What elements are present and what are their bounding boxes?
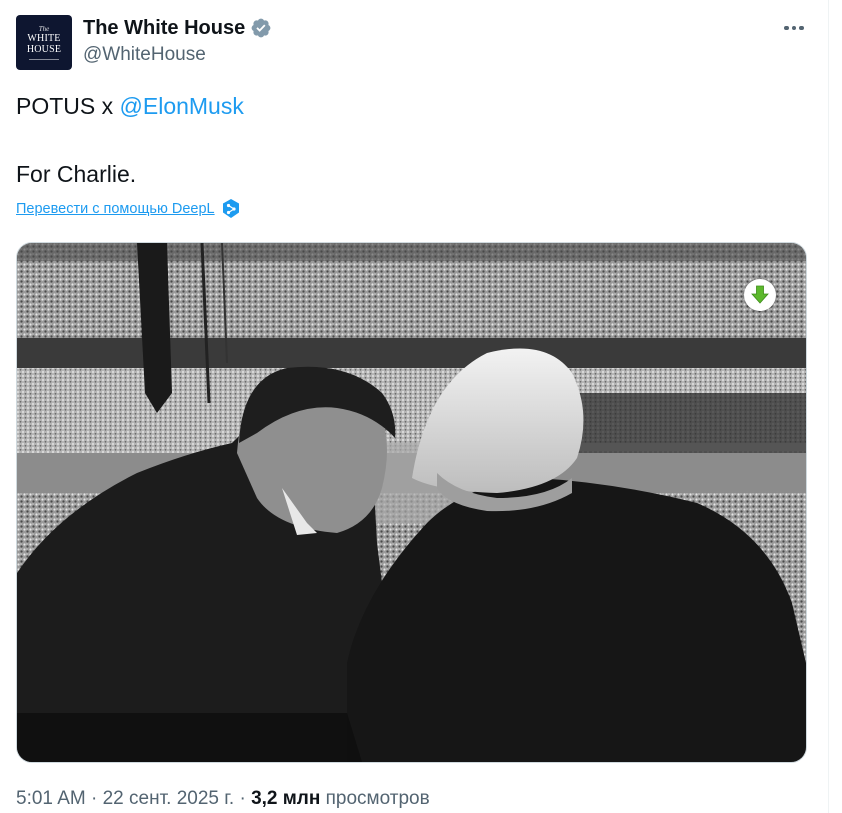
meta-separator: · (234, 788, 252, 809)
mention-link[interactable]: @ElonMusk (120, 93, 244, 119)
views-count: 3,2 млн (251, 788, 321, 809)
more-options-button[interactable] (776, 16, 812, 40)
meta-separator: · (85, 788, 103, 809)
avatar[interactable]: The WHITE HOUSE (16, 15, 72, 70)
avatar-text-line1: WHITE (27, 32, 61, 44)
avatar-rule (29, 58, 59, 60)
author-name-row: The White House (83, 16, 272, 40)
avatar-text-line2: HOUSE (26, 43, 62, 55)
author-display-name[interactable]: The White House (83, 17, 245, 40)
verified-badge-icon (250, 17, 272, 39)
photo-image (17, 243, 806, 762)
translate-row: Перевести с помощью DeepL (16, 198, 241, 220)
tweet-meta: 5:01 AM · 22 сент. 2025 г. · 3,2 млн про… (16, 788, 430, 810)
tweet-date[interactable]: 22 сент. 2025 г. (103, 788, 235, 809)
more-options-icon (784, 25, 789, 31)
author-handle[interactable]: @WhiteHouse (83, 44, 206, 66)
column-border (828, 0, 829, 813)
translate-link[interactable]: Перевести с помощью DeepL (16, 201, 215, 217)
tweet-time[interactable]: 5:01 AM (16, 788, 86, 809)
tweet-text-prefix: POTUS x (16, 93, 120, 119)
views-label: просмотров (320, 788, 430, 809)
download-arrow-icon (748, 283, 772, 307)
more-options-dot (791, 25, 797, 31)
more-options-dot (799, 25, 804, 31)
deepl-icon[interactable] (221, 198, 241, 220)
tweet-photo[interactable] (16, 242, 807, 763)
tweet-text-line2: For Charlie. (16, 161, 137, 187)
avatar-text-top: The (38, 24, 50, 33)
tweet-text-line1: POTUS x @ElonMusk (16, 93, 244, 120)
download-button[interactable] (744, 279, 776, 311)
